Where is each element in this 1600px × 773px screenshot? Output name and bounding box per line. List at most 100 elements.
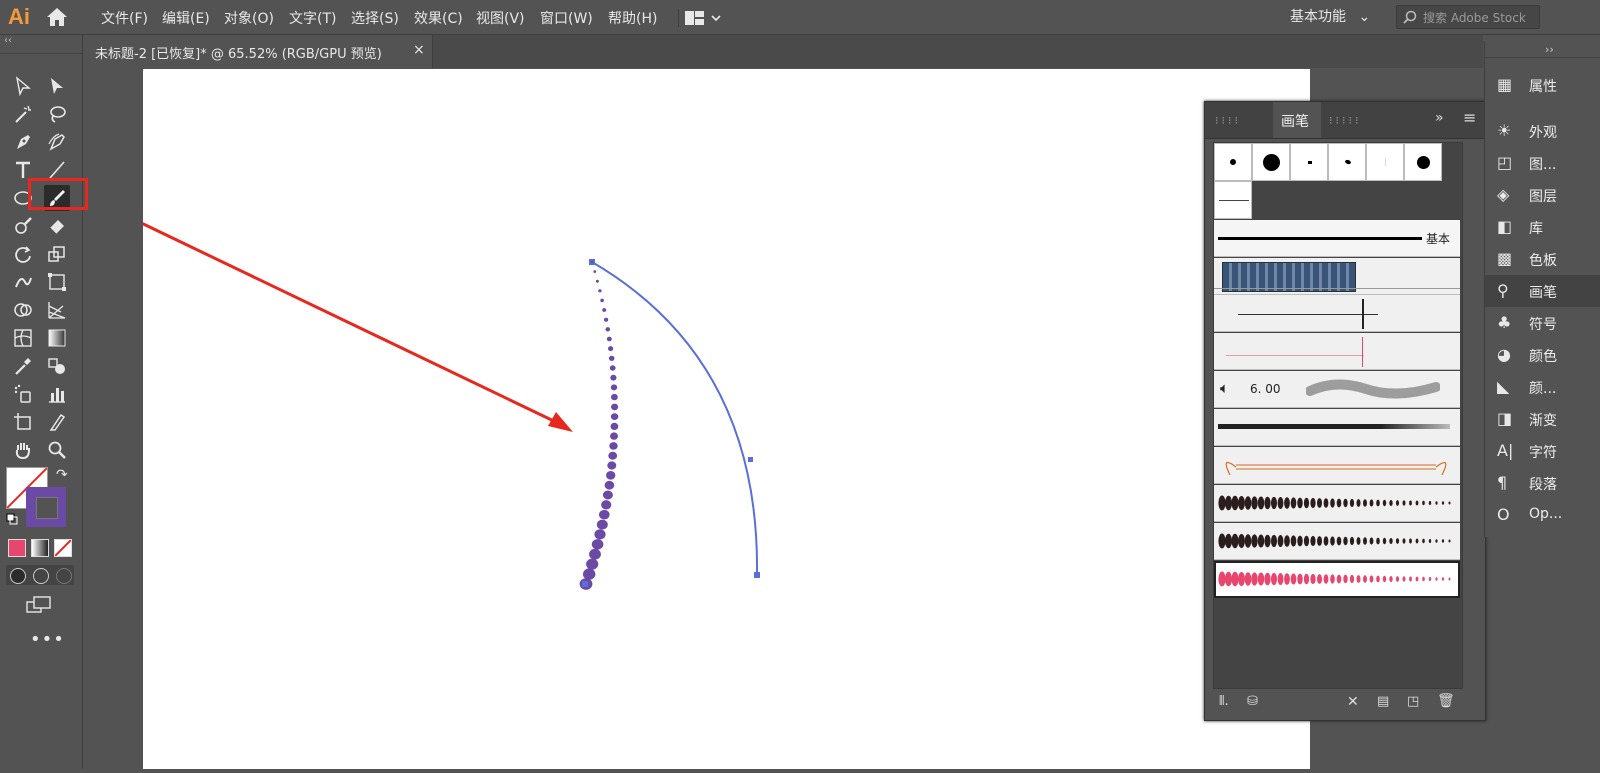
hand-tool-icon[interactable] xyxy=(10,437,36,463)
dock-item-character[interactable]: A| 字符 xyxy=(1485,435,1600,467)
brush-row-dots-pink-selected[interactable] xyxy=(1214,561,1460,598)
tools-panel: ‹‹ ↷ ••• xyxy=(0,35,88,769)
brush-preview-dot xyxy=(1271,572,1277,586)
brush-swatch[interactable] xyxy=(1290,143,1328,181)
artboard-canvas[interactable] xyxy=(109,69,1310,769)
dock-item-color[interactable]: ◕ 颜色 xyxy=(1485,339,1600,371)
brush-dot xyxy=(608,451,618,460)
panel-menu-icon[interactable]: ≡ xyxy=(1463,108,1476,127)
dock-item-color-guide[interactable]: ◣ 颜... xyxy=(1485,371,1600,403)
brush-row-charcoal[interactable] xyxy=(1214,409,1460,446)
brush-swatch[interactable] xyxy=(1214,181,1252,219)
collapsed-tabs-left[interactable]: ⁝⁝⁝⁝ xyxy=(1215,114,1241,127)
color-mode-icon[interactable] xyxy=(8,539,26,557)
new-brush-icon[interactable]: ◳ xyxy=(1407,694,1419,709)
magic-wand-tool-icon[interactable] xyxy=(10,101,36,127)
brush-row-dots-dark-1[interactable] xyxy=(1214,485,1460,522)
dock-item-appearance[interactable]: ☀ 外观 xyxy=(1485,115,1600,147)
curvature-tool-icon[interactable] xyxy=(44,129,70,155)
collapsed-tabs-right[interactable]: ⁝⁝⁝⁝⁝ xyxy=(1329,114,1361,127)
artboard-tool-icon[interactable] xyxy=(10,409,36,435)
lasso-tool-icon[interactable] xyxy=(44,101,70,127)
shape-builder-tool-icon[interactable] xyxy=(10,297,36,323)
draw-normal-icon[interactable] xyxy=(10,568,26,584)
brush-swatch[interactable] xyxy=(1404,143,1442,181)
brush-swatch[interactable] xyxy=(1214,143,1252,181)
dock-item-properties[interactable]: ▦ 属性 xyxy=(1485,69,1600,101)
eyedropper-tool-icon[interactable] xyxy=(10,353,36,379)
column-graph-tool-icon[interactable] xyxy=(44,381,70,407)
more-tools-icon[interactable]: ••• xyxy=(30,629,65,650)
symbol-sprayer-tool-icon[interactable] xyxy=(10,381,36,407)
menu-help[interactable]: 帮助(H) xyxy=(608,8,657,28)
dock-item-opentype[interactable]: O Op... xyxy=(1485,499,1600,531)
expand-panels-icon[interactable]: ›› xyxy=(1545,43,1554,56)
brush-preview-dot xyxy=(1310,497,1316,509)
stock-search-input[interactable]: 搜索 Adobe Stock xyxy=(1396,5,1540,29)
menu-window[interactable]: 窗口(W) xyxy=(540,8,593,28)
blend-tool-icon[interactable] xyxy=(44,353,70,379)
brush-dot xyxy=(590,260,594,264)
brush-row-decorative[interactable] xyxy=(1214,447,1460,484)
dock-item-gradient[interactable]: ◨ 渐变 xyxy=(1485,403,1600,435)
menu-edit[interactable]: 编辑(E) xyxy=(162,8,210,28)
brush-options-icon[interactable]: ▤ xyxy=(1377,694,1389,709)
eraser-tool-icon[interactable] xyxy=(44,213,70,239)
workspace-switcher[interactable]: 基本功能 ⌄ xyxy=(1290,6,1370,26)
free-transform-tool-icon[interactable] xyxy=(44,269,70,295)
brush-row-bristle[interactable]: 🔈︎ 6. 00 xyxy=(1214,371,1460,408)
dock-item-paragraph[interactable]: ¶ 段落 xyxy=(1485,467,1600,499)
dock-item-graphic-styles[interactable]: ◰ 图... xyxy=(1485,147,1600,179)
shaper-tool-icon[interactable] xyxy=(10,213,36,239)
more-tabs-icon[interactable]: » xyxy=(1435,110,1444,126)
dock-item-swatches[interactable]: ▩ 色板 xyxy=(1485,243,1600,275)
brush-swatch[interactable] xyxy=(1328,143,1366,181)
pen-tool-icon[interactable] xyxy=(10,129,36,155)
brush-row-dots-dark-2[interactable] xyxy=(1214,523,1460,560)
mesh-tool-icon[interactable] xyxy=(10,325,36,351)
menu-object[interactable]: 对象(O) xyxy=(224,8,274,28)
warp-tool-icon[interactable] xyxy=(10,269,36,295)
dock-item-libraries[interactable]: ◧ 库 xyxy=(1485,211,1600,243)
remove-brush-stroke-icon[interactable]: ✕ xyxy=(1347,694,1359,710)
home-icon[interactable] xyxy=(46,7,68,27)
dock-item-symbols[interactable]: ♣ 符号 xyxy=(1485,307,1600,339)
slice-tool-icon[interactable] xyxy=(44,409,70,435)
dock-item-layers[interactable]: ◈ 图层 xyxy=(1485,179,1600,211)
brush-swatch[interactable] xyxy=(1252,143,1290,181)
libraries-panel-icon[interactable]: ⛁ xyxy=(1247,694,1258,709)
swap-fill-stroke-icon[interactable]: ↷ xyxy=(56,467,68,483)
none-mode-icon[interactable] xyxy=(54,539,72,557)
brush-row-art-1[interactable] xyxy=(1214,295,1460,332)
draw-inside-icon[interactable] xyxy=(56,568,72,584)
menu-select[interactable]: 选择(S) xyxy=(351,8,399,28)
rotate-tool-icon[interactable] xyxy=(10,241,36,267)
gradient-mode-icon[interactable] xyxy=(31,539,49,557)
selection-tool-icon[interactable] xyxy=(10,73,36,99)
menu-file[interactable]: 文件(F) xyxy=(101,8,148,28)
stroke-swatch[interactable] xyxy=(26,487,66,527)
collapse-toolbar-icon[interactable]: ‹‹ xyxy=(4,35,12,46)
menu-effect[interactable]: 效果(C) xyxy=(414,8,463,28)
brush-row-art-2[interactable] xyxy=(1214,333,1460,370)
zoom-tool-icon[interactable] xyxy=(44,437,70,463)
arrange-documents-button[interactable] xyxy=(678,9,725,27)
brush-swatch[interactable] xyxy=(1366,143,1404,181)
close-icon[interactable]: × xyxy=(413,42,425,58)
delete-brush-icon[interactable]: 🗑︎ xyxy=(1437,693,1455,709)
default-fill-stroke-icon[interactable] xyxy=(6,513,18,525)
screen-mode-icon[interactable] xyxy=(26,595,52,615)
menu-type[interactable]: 文字(T) xyxy=(289,8,336,28)
tab-brushes[interactable]: 画笔 xyxy=(1273,102,1321,138)
gradient-tool-icon[interactable] xyxy=(44,325,70,351)
document-tab[interactable]: 未标题-2 [已恢复]* @ 65.52% (RGB/GPU 预览) × xyxy=(83,35,433,68)
brush-row-pattern[interactable] xyxy=(1214,258,1460,295)
scale-tool-icon[interactable] xyxy=(44,241,70,267)
draw-behind-icon[interactable] xyxy=(33,568,49,584)
brush-row-basic[interactable]: 基本 xyxy=(1214,220,1460,257)
dock-item-brushes[interactable]: ⚲ 画笔 xyxy=(1485,275,1600,307)
perspective-grid-tool-icon[interactable] xyxy=(44,297,70,323)
brush-libraries-menu-icon[interactable]: ⫴. xyxy=(1219,694,1229,709)
direct-selection-tool-icon[interactable] xyxy=(44,73,70,99)
menu-view[interactable]: 视图(V) xyxy=(476,8,525,28)
